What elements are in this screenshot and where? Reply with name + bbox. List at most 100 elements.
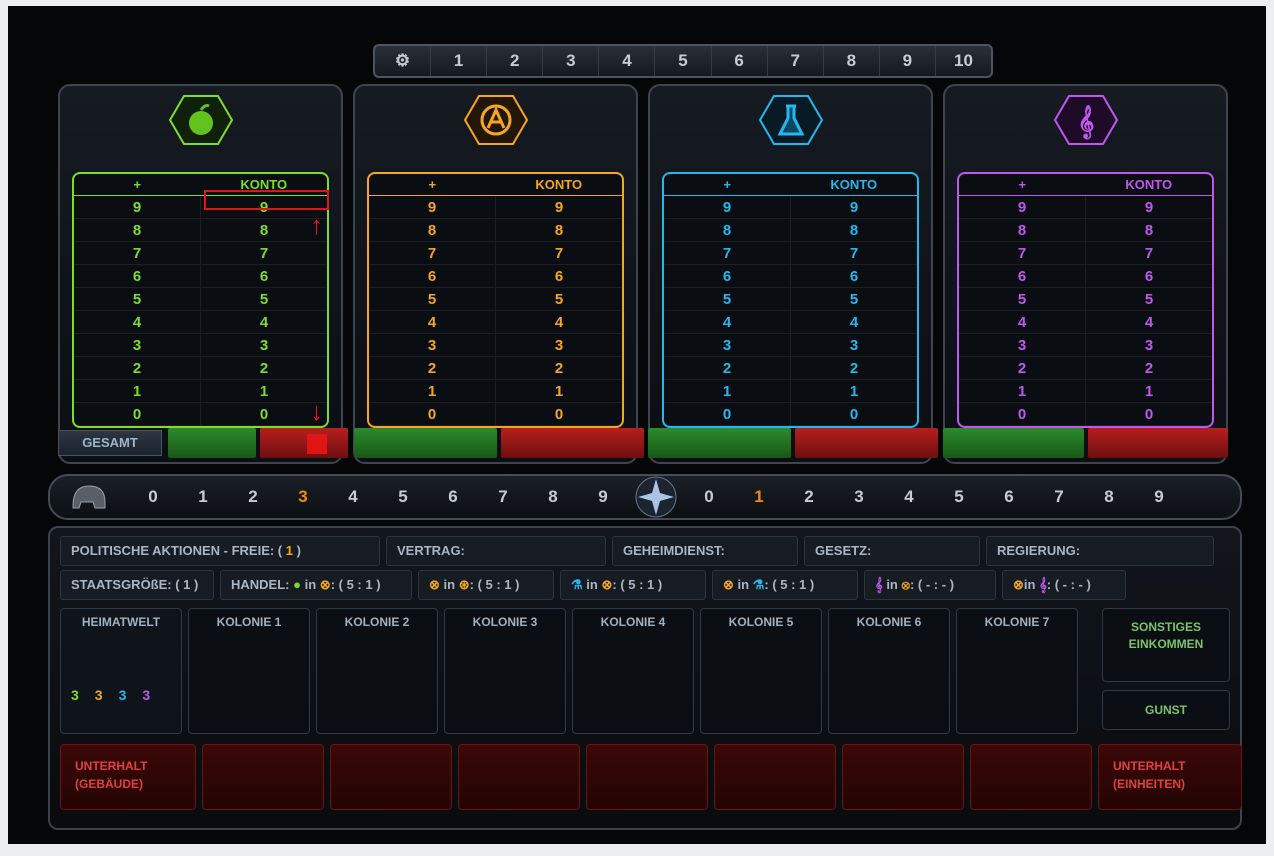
track-cell[interactable]: 9	[578, 487, 628, 507]
track-cell[interactable]: 5	[378, 487, 428, 507]
table-row[interactable]: 99	[959, 196, 1212, 219]
track-cell[interactable]: 7	[1034, 487, 1084, 507]
table-row[interactable]: 55	[664, 288, 917, 311]
track-cell[interactable]: 2	[784, 487, 834, 507]
track-cell[interactable]: 0	[684, 487, 734, 507]
kolonie-slot[interactable]: KOLONIE 2	[316, 608, 438, 734]
table-row[interactable]: 33	[74, 334, 327, 357]
gunst-slot[interactable]: GUNST	[1102, 690, 1230, 730]
vertrag-slot[interactable]: VERTRAG:	[386, 536, 606, 566]
round-cell[interactable]: 9	[880, 46, 936, 76]
table-row[interactable]: 22	[959, 357, 1212, 380]
kolonie-slot[interactable]: KOLONIE 7	[956, 608, 1078, 734]
upkeep-slot[interactable]	[330, 744, 452, 810]
upkeep-slot[interactable]	[202, 744, 324, 810]
table-row[interactable]: 00	[74, 403, 327, 426]
table-row[interactable]: 66	[74, 265, 327, 288]
heimatwelt-slot[interactable]: HEIMATWELT 3 3 3 3	[60, 608, 182, 734]
game-frame: ⚙ 1 2 3 4 5 6 7 8 9 10 + KONTO 99 88 77 6…	[8, 6, 1266, 844]
kolonie-slot[interactable]: KOLONIE 5	[700, 608, 822, 734]
track-cell[interactable]: 8	[528, 487, 578, 507]
kolonie-slot[interactable]: KOLONIE 6	[828, 608, 950, 734]
track-cell-highlighted[interactable]: 3	[278, 487, 328, 507]
kolonie-slot[interactable]: KOLONIE 4	[572, 608, 694, 734]
table-row[interactable]: 77	[959, 242, 1212, 265]
table-row[interactable]: 00	[959, 403, 1212, 426]
track-cell-highlighted[interactable]: 1	[734, 487, 784, 507]
table-row[interactable]: 88	[959, 219, 1212, 242]
track-cell[interactable]: 5	[934, 487, 984, 507]
track-cell[interactable]: 7	[478, 487, 528, 507]
table-row[interactable]: 88	[664, 219, 917, 242]
table-row[interactable]: 77	[369, 242, 622, 265]
table-row[interactable]: 88	[369, 219, 622, 242]
track-cell[interactable]: 4	[328, 487, 378, 507]
table-row[interactable]: 22	[369, 357, 622, 380]
table-row[interactable]: 22	[664, 357, 917, 380]
gesetz-slot[interactable]: GESETZ:	[804, 536, 980, 566]
sonstiges-einkommen[interactable]: SONSTIGES EINKOMMEN	[1102, 608, 1230, 682]
track-cell[interactable]: 4	[884, 487, 934, 507]
track-cell[interactable]: 6	[984, 487, 1034, 507]
upkeep-slot[interactable]	[714, 744, 836, 810]
round-cell[interactable]: 5	[655, 46, 712, 76]
upkeep-slot[interactable]	[970, 744, 1092, 810]
upkeep-slot[interactable]	[842, 744, 964, 810]
round-cell[interactable]: 1	[431, 46, 488, 76]
upkeep-slot[interactable]	[458, 744, 580, 810]
table-row[interactable]: 88	[74, 219, 327, 242]
kolonie-slot[interactable]: KOLONIE 3	[444, 608, 566, 734]
table-row[interactable]: 11	[664, 380, 917, 403]
regierung-slot[interactable]: REGIERUNG:	[986, 536, 1214, 566]
column-label: KOLONIE 5	[728, 615, 794, 629]
track-cell[interactable]: 6	[428, 487, 478, 507]
round-cell[interactable]: 4	[599, 46, 656, 76]
table-row[interactable]: 00	[369, 403, 622, 426]
cog-emblem-icon: ⊛	[458, 577, 470, 592]
table-row[interactable]: 44	[74, 311, 327, 334]
table-row[interactable]: 55	[369, 288, 622, 311]
table-row[interactable]: 99	[369, 196, 622, 219]
round-track: ⚙ 1 2 3 4 5 6 7 8 9 10	[373, 44, 993, 78]
table-row[interactable]: 33	[664, 334, 917, 357]
round-cell[interactable]: 3	[543, 46, 600, 76]
table-row[interactable]: 66	[664, 265, 917, 288]
table-row[interactable]: 77	[664, 242, 917, 265]
round-cell[interactable]: 7	[768, 46, 824, 76]
table-row[interactable]: 00	[664, 403, 917, 426]
round-cell[interactable]: 6	[712, 46, 768, 76]
track-cell[interactable]: 8	[1084, 487, 1134, 507]
track-cell[interactable]: 3	[834, 487, 884, 507]
table-row[interactable]: 11	[959, 380, 1212, 403]
geheimdienst-slot[interactable]: GEHEIMDIENST:	[612, 536, 798, 566]
round-cell[interactable]: 8	[824, 46, 880, 76]
table-row[interactable]: 33	[959, 334, 1212, 357]
table-row[interactable]: 77	[74, 242, 327, 265]
cog-emblem-icon: ⊗	[901, 577, 910, 592]
round-cell[interactable]: 10	[936, 46, 991, 76]
table-row[interactable]: 55	[74, 288, 327, 311]
track-cell[interactable]: 0	[128, 487, 178, 507]
track-cell[interactable]: 2	[228, 487, 278, 507]
table-row[interactable]: 44	[664, 311, 917, 334]
table-row[interactable]: 11	[74, 380, 327, 403]
track-cell[interactable]: 1	[178, 487, 228, 507]
table-row[interactable]: 22	[74, 357, 327, 380]
table-row[interactable]: 44	[369, 311, 622, 334]
table-row[interactable]: 44	[959, 311, 1212, 334]
table-row[interactable]: 99	[664, 196, 917, 219]
table-row[interactable]: 33	[369, 334, 622, 357]
round-cell[interactable]: 2	[487, 46, 544, 76]
gesamt-label: GESAMT	[58, 430, 162, 456]
table-row[interactable]: 11	[369, 380, 622, 403]
marker-square[interactable]	[307, 434, 327, 454]
table-row[interactable]: 66	[959, 265, 1212, 288]
table-row[interactable]: 55	[959, 288, 1212, 311]
track-cell[interactable]: 9	[1134, 487, 1184, 507]
upkeep-slot[interactable]	[586, 744, 708, 810]
trade-clef-to-cog: 𝄞 in ⊗: ( - : - )	[864, 570, 996, 600]
military-track: 0 1 2 3 4 5 6 7 8 9 0 1 2 3 4 5 6 7 8 9	[48, 474, 1242, 520]
settings-icon[interactable]: ⚙	[375, 46, 432, 76]
kolonie-slot[interactable]: KOLONIE 1	[188, 608, 310, 734]
table-row[interactable]: 66	[369, 265, 622, 288]
